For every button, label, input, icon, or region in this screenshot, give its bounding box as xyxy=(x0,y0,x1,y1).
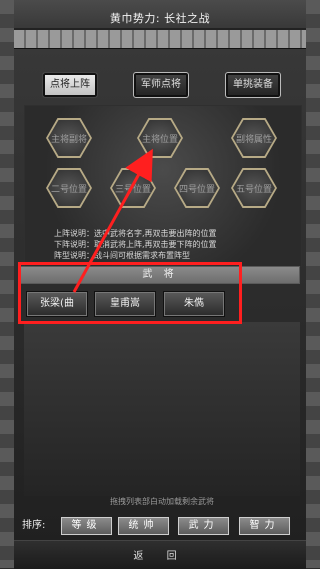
formation-slot-label: 副将属性 xyxy=(233,120,275,156)
sort-command-button[interactable]: 统帅 xyxy=(117,516,170,536)
formation-slot-3[interactable]: 三号位置 xyxy=(110,168,156,208)
instruction-line: 下阵说明：取消武将上阵,再双击要下阵的位置 xyxy=(54,240,217,249)
formation-slot-label: 二号位置 xyxy=(48,170,90,206)
sort-label: 排序: xyxy=(22,520,46,531)
formation-slot-label: 主将副将 xyxy=(48,120,90,156)
highlight-box xyxy=(18,262,242,324)
instruction-line: 阵型说明：战斗间可根据需求布置阵型 xyxy=(54,251,190,260)
sort-intelligence-button[interactable]: 智力 xyxy=(238,516,291,536)
formation-slot-zhujiang-position[interactable]: 主将位置 xyxy=(137,118,183,158)
formation-slot-5[interactable]: 五号位置 xyxy=(231,168,277,208)
drag-hint: 拖拽列表部白动加载剩余武将 xyxy=(110,497,214,506)
general-list-area[interactable] xyxy=(24,322,300,496)
bottom-bar: 返 回 xyxy=(14,540,306,569)
tab-dianjiang-shangzhen[interactable]: 点将上阵 xyxy=(42,72,98,98)
formation-slot-fujiang-attr[interactable]: 副将属性 xyxy=(231,118,277,158)
sort-force-button[interactable]: 武力 xyxy=(177,516,230,536)
formation-slot-label: 主将位置 xyxy=(139,120,181,156)
tab-dantiao-zhuangbei[interactable]: 单挑装备 xyxy=(225,72,281,98)
sort-level-button[interactable]: 等级 xyxy=(60,516,113,536)
page-title: 黄巾势力: 长社之战 xyxy=(109,12,211,25)
formation-slot-4[interactable]: 四号位置 xyxy=(174,168,220,208)
top-tabs: 点将上阵 军师点将 单挑装备 xyxy=(14,66,306,100)
formation-slot-zhujiang-fujiang[interactable]: 主将副将 xyxy=(46,118,92,158)
formation-slot-2[interactable]: 二号位置 xyxy=(46,168,92,208)
formation-slot-label: 四号位置 xyxy=(176,170,218,206)
instructions: 上阵说明：选中武将名字,再双击要出阵的位置 下阵说明：取消武将上阵,再双击要下阵… xyxy=(54,228,284,261)
right-stone-border xyxy=(306,0,320,568)
back-button[interactable]: 返 回 xyxy=(14,547,306,562)
formation-slot-label: 五号位置 xyxy=(233,170,275,206)
left-stone-border xyxy=(0,0,14,568)
sort-bar: 排序: 等级 统帅 武力 智力 xyxy=(22,516,300,536)
castle-wall-decoration xyxy=(14,28,306,48)
formation-slot-label: 三号位置 xyxy=(112,170,154,206)
instruction-line: 上阵说明：选中武将名字,再双击要出阵的位置 xyxy=(54,229,217,238)
tab-junshi-dianjiang[interactable]: 军师点将 xyxy=(133,72,189,98)
header: 黄巾势力: 长社之战 xyxy=(14,0,306,49)
